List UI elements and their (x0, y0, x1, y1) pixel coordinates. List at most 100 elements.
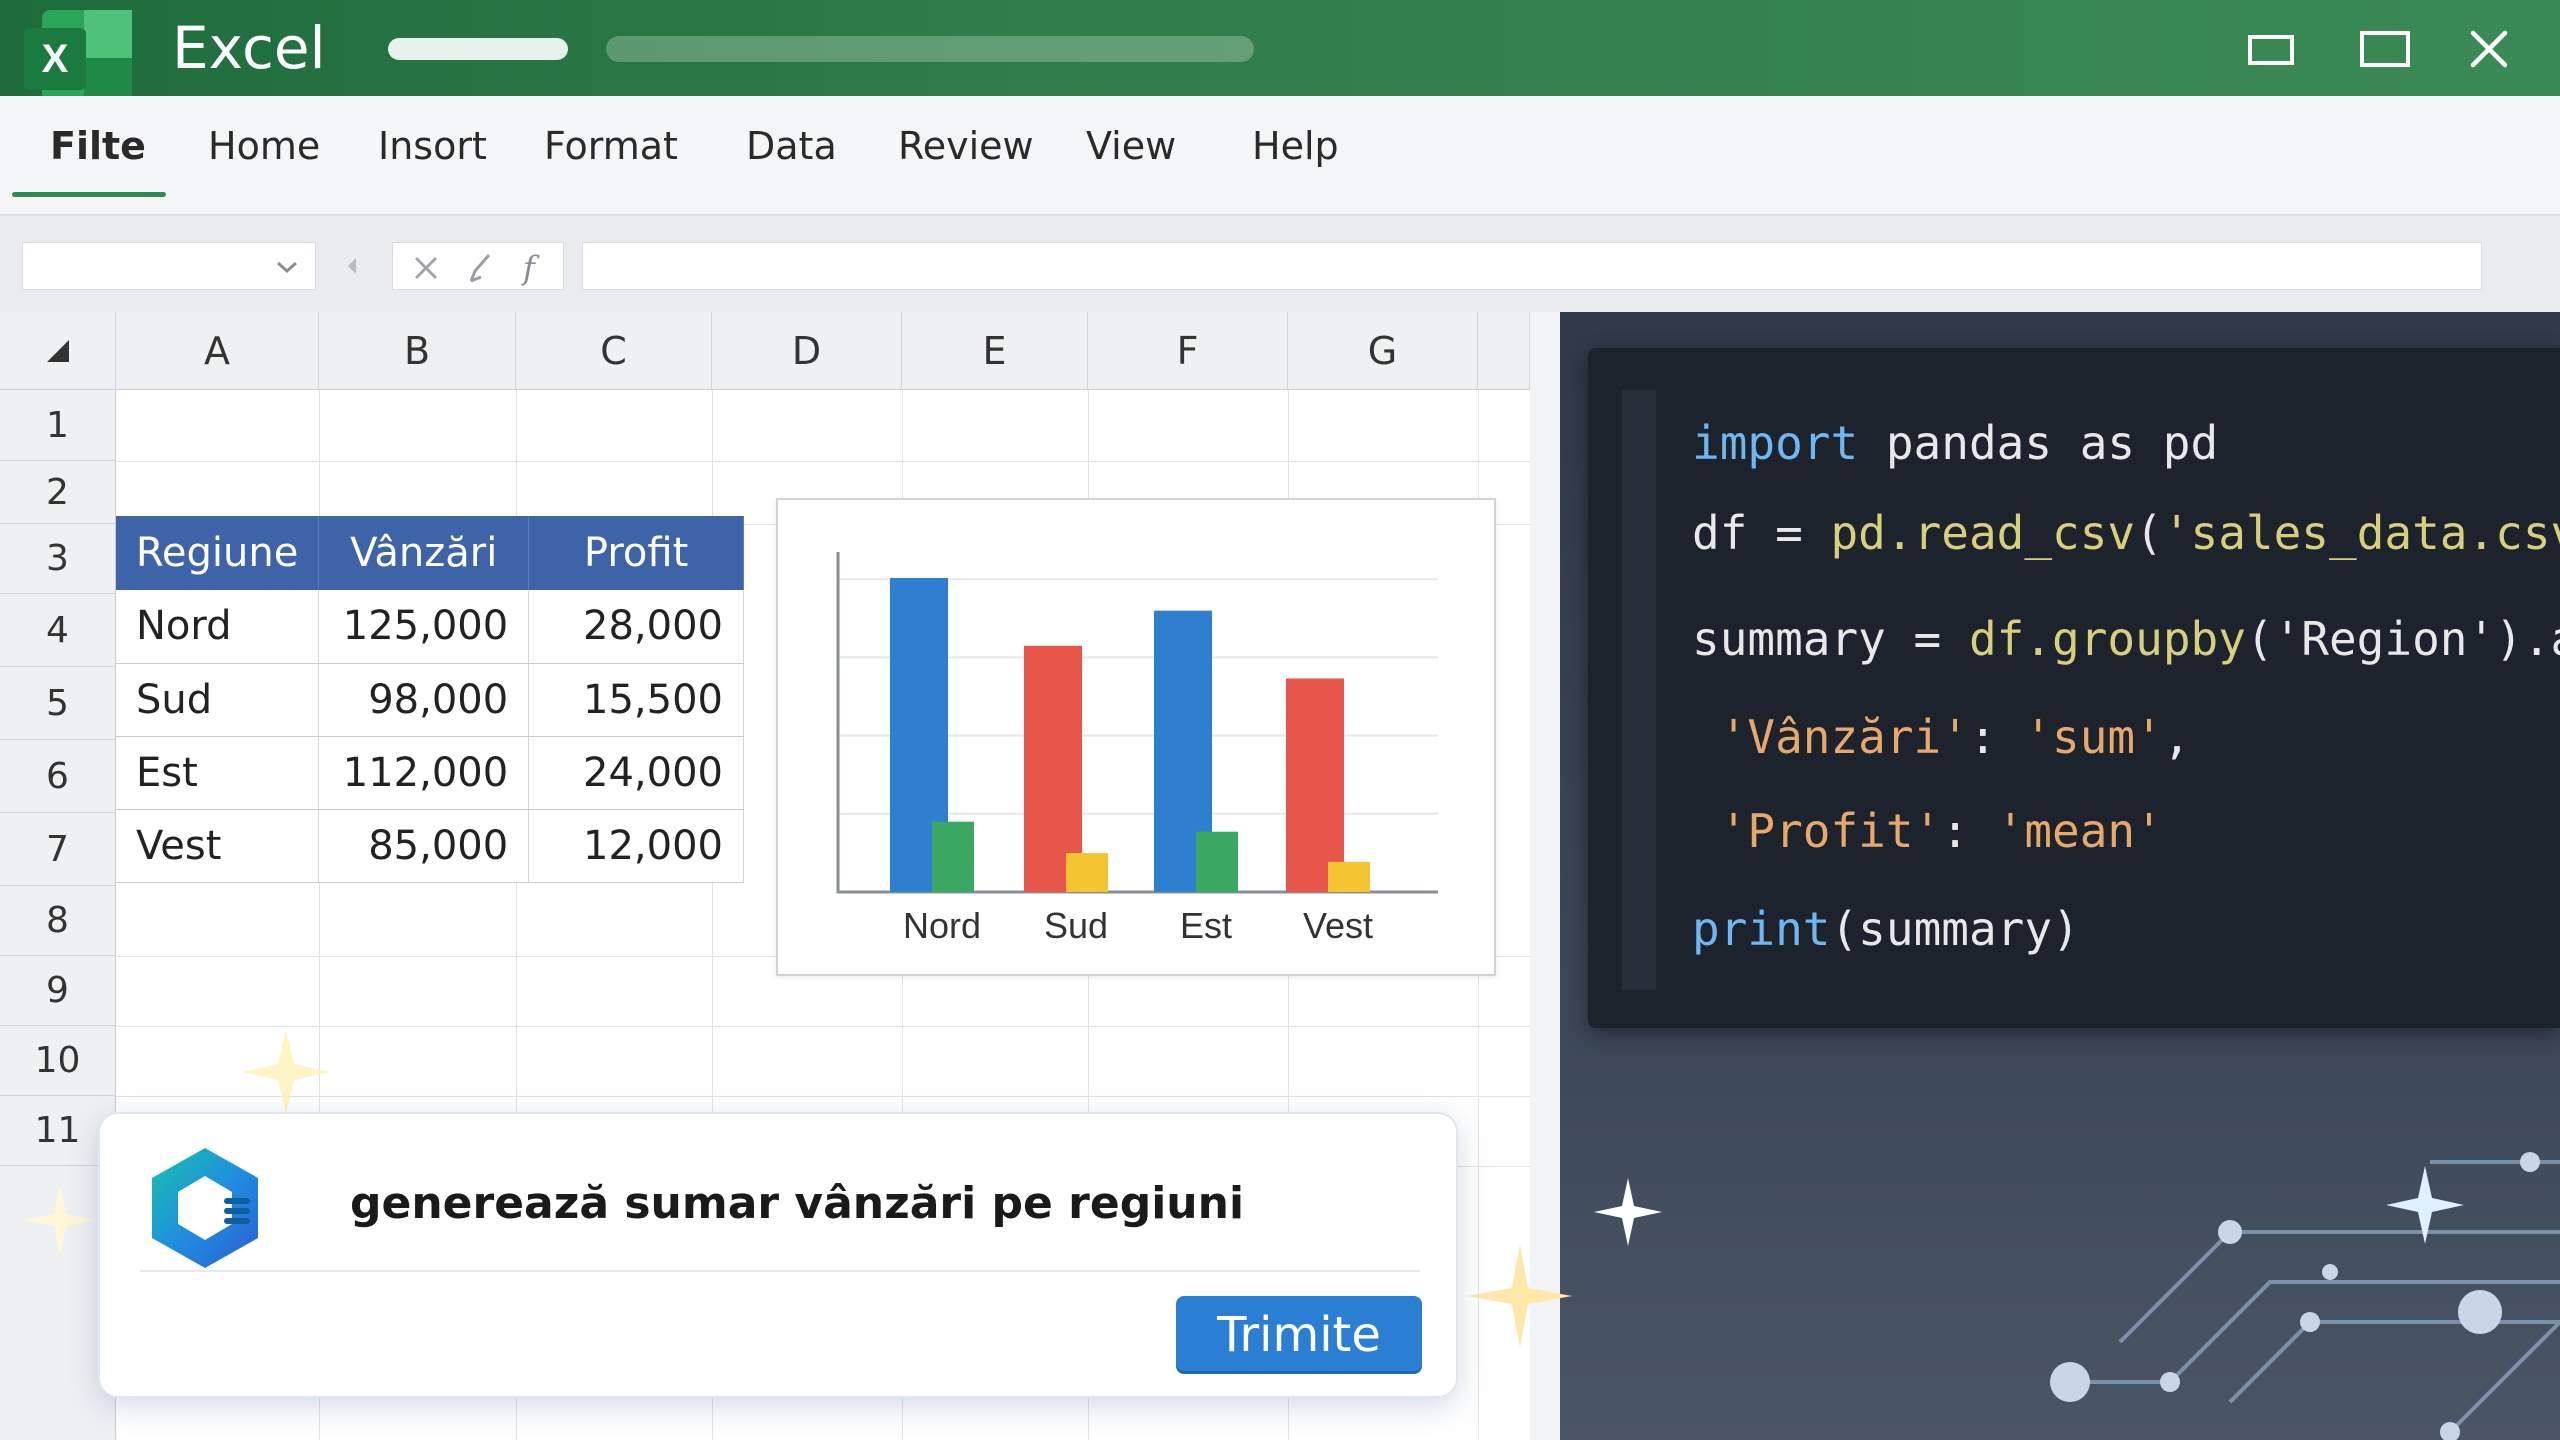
table-row: Nord 125,000 28,000 (116, 590, 744, 664)
table-header-row: Regiune Vânzări Profit (116, 516, 744, 590)
chart-bar[interactable] (1328, 861, 1370, 892)
column-header-e[interactable]: E (902, 312, 1088, 390)
prompt-text[interactable]: generează sumar vânzări pe regiuni (350, 1178, 1244, 1229)
table-cell[interactable]: 98,000 (318, 663, 530, 737)
sparkle-icon (1468, 1244, 1572, 1348)
app-title: Excel (172, 14, 326, 82)
tab-format[interactable]: Format (544, 124, 678, 168)
title-placeholder-bar (388, 38, 568, 60)
cancel-icon[interactable] (411, 253, 441, 283)
code-token: print (1692, 902, 1831, 956)
chevron-left-icon[interactable] (344, 254, 360, 278)
table-cell[interactable]: Vest (116, 809, 320, 883)
table-cell[interactable]: Nord (116, 590, 320, 664)
table-cell[interactable]: Est (116, 736, 320, 810)
title-bar: X Excel (0, 0, 2560, 114)
formula-input[interactable] (582, 242, 2482, 290)
chart-category-label: Vest (1303, 905, 1373, 946)
tab-data[interactable]: Data (746, 124, 837, 168)
name-box[interactable] (22, 242, 316, 290)
code-token: , (2162, 710, 2191, 764)
tab-view[interactable]: View (1086, 124, 1176, 168)
code-token: : (1941, 804, 1997, 858)
prompt-divider (140, 1270, 1420, 1272)
svg-text:f: f (521, 249, 540, 287)
row-header-3[interactable]: 3 (0, 524, 116, 594)
row-header-6[interactable]: 6 (0, 740, 116, 813)
code-line: 'Vânzări': 'sum', (1692, 710, 2191, 764)
send-button[interactable]: Trimite (1176, 1296, 1422, 1374)
row-header-10[interactable]: 10 (0, 1026, 116, 1096)
formula-bar: f (0, 216, 2560, 312)
row-header-8[interactable]: 8 (0, 886, 116, 956)
chart-category-label: Sud (1044, 905, 1108, 946)
search-bar[interactable] (606, 36, 1254, 62)
column-header-d[interactable]: D (712, 312, 902, 390)
chart-category-label: Est (1180, 905, 1232, 946)
sales-chart[interactable]: Nord Sud Est Vest (776, 498, 1496, 976)
row-header-9[interactable]: 9 (0, 956, 116, 1026)
table-cell[interactable]: 24,000 (528, 736, 744, 810)
code-line: df = pd.read_csv('sales_data.csv') (1692, 506, 2560, 560)
table-row: Vest 85,000 12,000 (116, 809, 744, 883)
function-icon[interactable]: f (517, 249, 551, 287)
row-header-2[interactable]: 2 (0, 461, 116, 524)
enter-icon[interactable] (465, 251, 497, 285)
table-header-cell[interactable]: Vânzări (318, 516, 530, 590)
table-header-cell[interactable]: Profit (528, 516, 744, 590)
row-header-4[interactable]: 4 (0, 594, 116, 667)
copilot-icon (152, 1148, 258, 1268)
table-cell[interactable]: 12,000 (528, 809, 744, 883)
table-cell[interactable]: 28,000 (528, 590, 744, 664)
sparkle-icon (2386, 1166, 2464, 1244)
active-tab-indicator (12, 192, 166, 197)
table-row: Est 112,000 24,000 (116, 736, 744, 810)
grid-line (116, 461, 1530, 462)
minimize-button[interactable] (2236, 14, 2306, 84)
maximize-button[interactable] (2350, 14, 2420, 84)
code-token: 'Profit' (1692, 804, 1942, 858)
code-token: 'mean' (1996, 804, 2163, 858)
chart-bar[interactable] (1196, 831, 1238, 892)
code-token: summary = (1692, 612, 1969, 666)
chart-category-label: Nord (903, 905, 981, 946)
code-token: df.groupby (1968, 612, 2246, 666)
column-header-a[interactable]: A (116, 312, 319, 390)
chart-bar[interactable] (932, 821, 974, 892)
minimize-icon (2248, 35, 2294, 65)
bar-chart: Nord Sud Est Vest (836, 552, 1438, 946)
tab-home[interactable]: Home (208, 124, 320, 168)
table-cell[interactable]: 125,000 (318, 590, 530, 664)
tab-help[interactable]: Help (1252, 124, 1339, 168)
code-token: import (1692, 416, 1859, 470)
column-header-g[interactable]: G (1288, 312, 1478, 390)
column-header-b[interactable]: B (319, 312, 516, 390)
table-cell[interactable]: Sud (116, 663, 320, 737)
row-header-1[interactable]: 1 (0, 390, 116, 461)
select-all-corner[interactable] (0, 312, 116, 390)
chart-bar[interactable] (1066, 853, 1108, 892)
table-cell[interactable]: 112,000 (318, 736, 530, 810)
row-header-7[interactable]: 7 (0, 813, 116, 886)
column-header-f[interactable]: F (1088, 312, 1288, 390)
code-line: import pandas as pd (1692, 416, 2218, 470)
table-cell[interactable]: 85,000 (318, 809, 530, 883)
code-gutter (1622, 390, 1656, 990)
table-cell[interactable]: 15,500 (528, 663, 744, 737)
tab-review[interactable]: Review (898, 124, 1034, 168)
select-all-icon (46, 339, 69, 362)
tab-file[interactable]: Filte (50, 124, 146, 168)
table-header-cell[interactable]: Regiune (116, 516, 320, 590)
tab-insert[interactable]: Insort (378, 124, 487, 168)
code-token: 'Vânzări' (1692, 710, 1969, 764)
code-token: (summary) (1830, 902, 2080, 956)
code-editor[interactable]: import pandas as pd df = pd.read_csv('sal… (1588, 348, 2560, 1028)
column-header-c[interactable]: C (516, 312, 712, 390)
chart-bar[interactable] (1286, 678, 1344, 892)
close-button[interactable] (2454, 14, 2524, 84)
chevron-down-icon (277, 261, 297, 274)
code-line: summary = df.groupby('Region').agg (1692, 612, 2560, 666)
row-header-5[interactable]: 5 (0, 667, 116, 740)
code-line: print(summary) (1692, 902, 2080, 956)
code-token: 'sum' (2024, 710, 2163, 764)
